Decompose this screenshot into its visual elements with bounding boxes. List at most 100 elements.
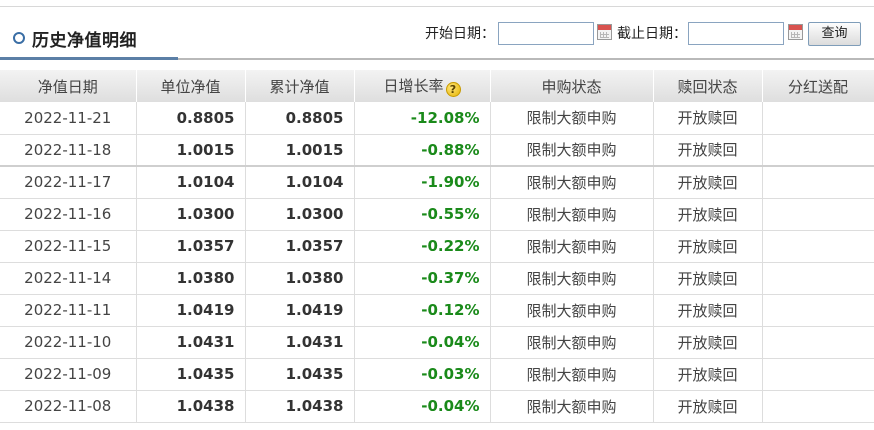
table-row: 2022-11-15 1.0357 1.0357 -0.22% 限制大额申购 开放赎回 <box>0 230 874 263</box>
cell-redeem-status: 开放赎回 <box>653 358 763 391</box>
cell-unit-nav: 1.0438 <box>136 390 246 423</box>
cell-dividend <box>762 262 874 295</box>
cell-purchase-status: 限制大额申购 <box>490 230 654 263</box>
end-date-input[interactable] <box>688 22 784 45</box>
cell-date: 2022-11-18 <box>0 134 137 167</box>
cell-purchase-status: 限制大额申购 <box>490 102 654 135</box>
column-header-purchase-status: 申购状态 <box>490 70 654 102</box>
cell-date: 2022-11-10 <box>0 326 137 359</box>
cell-daily-growth: -1.90% <box>354 165 491 199</box>
cell-dividend <box>762 390 874 423</box>
cell-dividend <box>762 326 874 359</box>
cell-redeem-status: 开放赎回 <box>653 326 763 359</box>
cell-dividend <box>762 198 874 231</box>
cell-daily-growth: -0.55% <box>354 198 491 231</box>
cell-dividend <box>762 102 874 135</box>
cell-redeem-status: 开放赎回 <box>653 262 763 295</box>
cell-daily-growth: -0.03% <box>354 358 491 391</box>
cell-cumulative-nav: 1.0431 <box>245 326 355 359</box>
cell-purchase-status: 限制大额申购 <box>490 390 654 423</box>
cell-daily-growth: -0.22% <box>354 230 491 263</box>
column-header-daily-growth-label: 日增长率 <box>383 77 444 95</box>
table-row: 2022-11-09 1.0435 1.0435 -0.03% 限制大额申购 开放赎回 <box>0 358 874 391</box>
cell-cumulative-nav: 1.0300 <box>245 198 355 231</box>
cell-daily-growth: -0.12% <box>354 294 491 327</box>
circle-bullet-icon <box>13 32 25 44</box>
question-mark-icon[interactable]: ? <box>445 82 461 97</box>
cell-redeem-status: 开放赎回 <box>653 165 763 199</box>
cell-daily-growth: -0.04% <box>354 326 491 359</box>
cell-date: 2022-11-21 <box>0 102 137 135</box>
cell-cumulative-nav: 1.0104 <box>245 165 355 199</box>
cell-cumulative-nav: 1.0438 <box>245 390 355 423</box>
cell-cumulative-nav: 1.0357 <box>245 230 355 263</box>
cell-daily-growth: -0.88% <box>354 134 491 167</box>
cell-date: 2022-11-17 <box>0 165 137 199</box>
cell-redeem-status: 开放赎回 <box>653 230 763 263</box>
cell-redeem-status: 开放赎回 <box>653 390 763 423</box>
column-header-unit-nav: 单位净值 <box>136 70 246 102</box>
table-body: 2022-11-21 0.8805 0.8805 -12.08% 限制大额申购 开放赎回 2… <box>0 102 874 423</box>
section-header: 历史净值明细 开始日期： 截止日期： 查询 <box>0 0 874 60</box>
cell-redeem-status: 开放赎回 <box>653 134 763 167</box>
start-calendar-icon[interactable] <box>597 24 612 40</box>
cell-redeem-status: 开放赎回 <box>653 102 763 135</box>
cell-unit-nav: 1.0015 <box>136 134 246 167</box>
cell-purchase-status: 限制大额申购 <box>490 262 654 295</box>
cell-unit-nav: 1.0419 <box>136 294 246 327</box>
cell-cumulative-nav: 1.0380 <box>245 262 355 295</box>
top-divider <box>0 6 874 7</box>
title-underline <box>0 57 178 60</box>
table-row: 2022-11-10 1.0431 1.0431 -0.04% 限制大额申购 开放赎回 <box>0 326 874 359</box>
column-header-redeem-status: 赎回状态 <box>653 70 763 102</box>
table-row: 2022-11-11 1.0419 1.0419 -0.12% 限制大额申购 开放赎回 <box>0 294 874 327</box>
table-row: 2022-11-14 1.0380 1.0380 -0.37% 限制大额申购 开放赎回 <box>0 262 874 295</box>
cell-date: 2022-11-14 <box>0 262 137 295</box>
cell-purchase-status: 限制大额申购 <box>490 294 654 327</box>
cell-date: 2022-11-16 <box>0 198 137 231</box>
cell-dividend <box>762 358 874 391</box>
cell-cumulative-nav: 1.0015 <box>245 134 355 167</box>
column-header-date: 净值日期 <box>0 70 137 102</box>
column-header-daily-growth: 日增长率? <box>354 70 491 102</box>
cell-dividend <box>762 294 874 327</box>
cell-daily-growth: -12.08% <box>354 102 491 135</box>
start-date-label: 开始日期： <box>425 26 495 42</box>
cell-daily-growth: -0.04% <box>354 390 491 423</box>
table-row: 2022-11-21 0.8805 0.8805 -12.08% 限制大额申购 开放赎回 <box>0 102 874 135</box>
table-row: 2022-11-18 1.0015 1.0015 -0.88% 限制大额申购 开放赎回 <box>0 134 874 167</box>
cell-unit-nav: 1.0104 <box>136 165 246 199</box>
cell-date: 2022-11-09 <box>0 358 137 391</box>
cell-daily-growth: -0.37% <box>354 262 491 295</box>
cell-date: 2022-11-11 <box>0 294 137 327</box>
start-date-input[interactable] <box>498 22 594 45</box>
cell-purchase-status: 限制大额申购 <box>490 358 654 391</box>
cell-unit-nav: 1.0357 <box>136 230 246 263</box>
cell-purchase-status: 限制大额申购 <box>490 326 654 359</box>
cell-cumulative-nav: 0.8805 <box>245 102 355 135</box>
cell-purchase-status: 限制大额申购 <box>490 165 654 199</box>
cell-unit-nav: 1.0380 <box>136 262 246 295</box>
cell-purchase-status: 限制大额申购 <box>490 198 654 231</box>
cell-dividend <box>762 230 874 263</box>
cell-unit-nav: 1.0431 <box>136 326 246 359</box>
end-calendar-icon[interactable] <box>788 24 803 40</box>
table-header-row: 净值日期 单位净值 累计净值 日增长率? 申购状态 赎回状态 分红送配 <box>0 70 874 102</box>
table-row: 2022-11-08 1.0438 1.0438 -0.04% 限制大额申购 开放赎回 <box>0 390 874 423</box>
title-tab: 历史净值明细 <box>0 14 178 60</box>
end-date-label: 截止日期： <box>617 26 687 42</box>
cell-date: 2022-11-08 <box>0 390 137 423</box>
cell-cumulative-nav: 1.0419 <box>245 294 355 327</box>
cell-date: 2022-11-15 <box>0 230 137 263</box>
cell-unit-nav: 1.0300 <box>136 198 246 231</box>
query-button[interactable]: 查询 <box>808 22 861 46</box>
cell-cumulative-nav: 1.0435 <box>245 358 355 391</box>
cell-dividend <box>762 134 874 167</box>
page-title: 历史净值明细 <box>32 31 137 51</box>
cell-unit-nav: 1.0435 <box>136 358 246 391</box>
table-row: 2022-11-17 1.0104 1.0104 -1.90% 限制大额申购 开放赎回 <box>0 165 874 199</box>
nav-history-table: 净值日期 单位净值 累计净值 日增长率? 申购状态 赎回状态 分红送配 2022… <box>0 70 874 423</box>
cell-unit-nav: 0.8805 <box>136 102 246 135</box>
column-header-cumulative-nav: 累计净值 <box>245 70 355 102</box>
column-header-dividend: 分红送配 <box>762 70 874 102</box>
